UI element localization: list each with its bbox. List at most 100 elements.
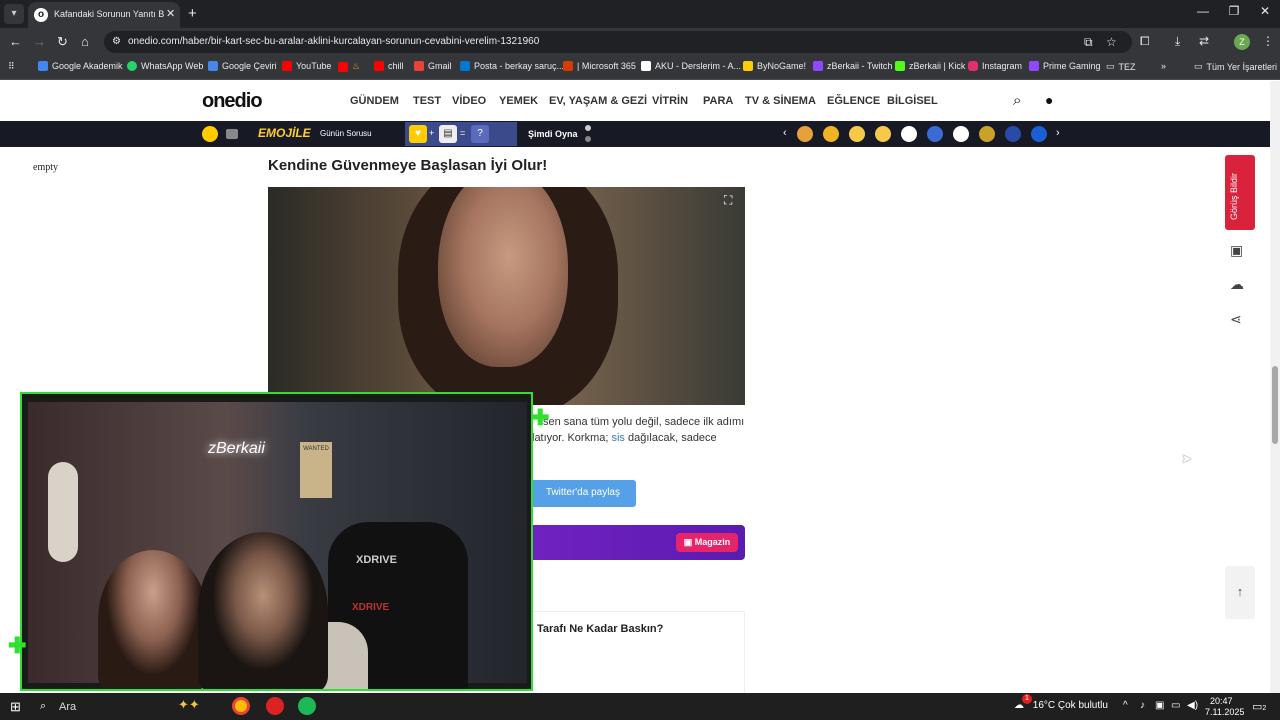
twitter-share-button[interactable]: Twitter'da paylaş xyxy=(522,480,636,507)
chevron-right-icon[interactable]: › xyxy=(1056,127,1060,139)
gmail-icon xyxy=(414,61,424,71)
reload-icon[interactable]: ↻ xyxy=(57,34,68,50)
onedio-logo[interactable]: onedio xyxy=(202,90,263,113)
search-icon[interactable]: ⌕ xyxy=(1013,92,1021,109)
bynogame-icon xyxy=(743,61,753,71)
copilot-sparkle-icon[interactable]: ✦✦ xyxy=(178,697,200,713)
emoji-laugh-icon[interactable] xyxy=(875,126,891,142)
webcam-scene: zBerkaii WANTED XDRIVE XDRIVE xyxy=(28,402,527,689)
page-scrollbar[interactable] xyxy=(1270,81,1280,693)
url-text[interactable]: onedio.com/haber/bir-kart-sec-bu-aralar-… xyxy=(128,36,539,47)
network-icon[interactable]: ▭ xyxy=(1171,700,1180,711)
clock-time[interactable]: 20:47 xyxy=(1210,696,1233,706)
nav-vitrin[interactable]: VİTRİN xyxy=(652,95,688,107)
chrome-icon[interactable] xyxy=(232,697,250,715)
restore-icon[interactable]: ❐ xyxy=(1219,4,1249,18)
chevron-up-icon[interactable]: ^ xyxy=(1123,700,1128,711)
camera-icon[interactable]: ▣ xyxy=(1155,700,1164,711)
bookmark-gmail[interactable]: Gmail xyxy=(414,61,452,71)
windows-start-icon[interactable]: ⊞ xyxy=(10,699,21,715)
close-window-icon[interactable]: ✕ xyxy=(1250,4,1280,18)
microphone-icon[interactable]: ♪ xyxy=(1140,700,1145,711)
chrome-menu-icon[interactable]: ⋮ xyxy=(1262,34,1274,48)
emoji-brand-icon[interactable] xyxy=(1031,126,1047,142)
weather-widget[interactable]: ☁ 1 16°C Çok bulutlu xyxy=(1014,694,1108,711)
nav-eglence[interactable]: EĞLENCE xyxy=(827,95,880,107)
back-to-top-button[interactable]: ↑ xyxy=(1225,566,1255,619)
nav-video[interactable]: VİDEO xyxy=(452,95,486,107)
bookmark-chill[interactable]: chill xyxy=(374,61,404,71)
taskbar-search-input[interactable]: Ara xyxy=(59,701,76,713)
bookmark-bynogame[interactable]: ByNoGame! xyxy=(743,61,806,71)
nav-test[interactable]: TEST xyxy=(413,95,441,107)
omnibox[interactable]: ⚙ onedio.com/haber/bir-kart-sec-bu-arala… xyxy=(104,31,1132,53)
bookmark-twitch[interactable]: zBerkaii - Twitch xyxy=(813,61,892,71)
clock-date[interactable]: 7.11.2025 xyxy=(1205,707,1244,717)
home-icon[interactable]: ⌂ xyxy=(81,34,89,49)
nav-gundem[interactable]: GÜNDEM xyxy=(350,95,399,107)
forward-icon[interactable]: → xyxy=(33,34,46,49)
bookmark-microsoft-365[interactable]: | Microsoft 365 xyxy=(563,61,636,71)
twitter-share-label: Twitter'da paylaş xyxy=(545,487,620,498)
emoji-cross-icon[interactable] xyxy=(901,126,917,142)
translate-icon[interactable]: ⇄ xyxy=(1199,34,1209,48)
nav-ev-yasam-gezi[interactable]: EV, YAŞAM & GEZİ xyxy=(549,95,647,107)
nav-yemek[interactable]: YEMEK xyxy=(499,95,538,107)
notification-icon[interactable]: ▭2 xyxy=(1252,700,1266,713)
more-bookmarks-icon[interactable]: » xyxy=(1161,61,1166,71)
active-tab[interactable]: o Kafandaki Sorunun Yanıtı Bu Ku ✕ xyxy=(28,2,180,28)
fullscreen-icon[interactable]: ⛶ xyxy=(724,193,732,208)
emoji-ok-icon[interactable] xyxy=(953,126,969,142)
new-tab-icon[interactable]: + xyxy=(188,5,197,22)
green-plus-icon: ✚ xyxy=(8,633,27,658)
app-red-icon[interactable] xyxy=(266,697,284,715)
bookmark-youtube-2[interactable]: ♨ xyxy=(338,61,360,72)
minimize-icon[interactable]: — xyxy=(1188,4,1218,18)
bookmark-star-icon[interactable]: ☆ xyxy=(1106,35,1117,49)
note-emoji-icon: ▤ xyxy=(439,125,457,143)
back-icon[interactable]: ← xyxy=(9,34,22,49)
bookmark-kick[interactable]: zBerkaii | Kick xyxy=(895,61,965,71)
chevron-left-icon[interactable]: ‹ xyxy=(783,127,787,139)
tab-search-button[interactable]: ▾ xyxy=(4,4,24,24)
bookmark-folder-tez[interactable]: ▭ TEZ xyxy=(1106,61,1136,72)
emoji-flag-icon[interactable] xyxy=(1005,126,1021,142)
bookmark-prime-gaming[interactable]: Prime Gaming xyxy=(1029,61,1101,71)
search-icon[interactable]: ⌕ xyxy=(40,700,46,713)
close-tab-icon[interactable]: ✕ xyxy=(166,7,175,20)
all-bookmarks-folder[interactable]: ▭ Tüm Yer İşaretleri xyxy=(1194,61,1277,72)
nav-tv-sinema[interactable]: TV & SİNEMA xyxy=(745,95,816,107)
emoji-sad-icon[interactable] xyxy=(849,126,865,142)
share-icon[interactable]: ⋖ xyxy=(1230,311,1242,328)
comments-icon[interactable]: ☁ xyxy=(1230,276,1244,293)
play-now-button[interactable]: Şimdi Oyna xyxy=(528,129,578,139)
emoji-crown-icon[interactable] xyxy=(979,126,995,142)
nav-bilgisel[interactable]: BİLGİSEL xyxy=(887,95,938,107)
bookmark-youtube[interactable]: YouTube xyxy=(282,61,331,71)
site-info-icon[interactable]: ⚙ xyxy=(112,36,121,47)
sis-link[interactable]: sis xyxy=(611,432,624,444)
install-app-icon[interactable]: ⧉ xyxy=(1084,35,1093,50)
magazin-tag[interactable]: ▣ Magazin xyxy=(676,533,738,552)
save-bookmark-icon[interactable]: ▣ xyxy=(1230,242,1243,259)
apps-grid-icon[interactable]: ⠿ xyxy=(8,61,15,72)
emoji-badge-icon[interactable] xyxy=(927,126,943,142)
profile-avatar[interactable]: Z xyxy=(1234,34,1250,50)
bookmark-instagram[interactable]: Instagram xyxy=(968,61,1022,71)
bookmark-google-ceviri[interactable]: Google Çeviri xyxy=(208,61,277,71)
bookmark-posta[interactable]: Posta - berkay saruç... xyxy=(460,61,564,71)
emoji-reaction-icon[interactable] xyxy=(797,126,813,142)
bookmark-aku[interactable]: AKU - Derslerim - A... xyxy=(641,61,741,71)
emoji-heart-eyes-icon[interactable] xyxy=(823,126,839,142)
nav-para[interactable]: PARA xyxy=(703,95,733,107)
downloads-icon[interactable]: ⤓ xyxy=(1175,34,1180,49)
scroll-thumb[interactable] xyxy=(1272,366,1278,444)
emojile-promo-bar[interactable]: EMOJİLE Günün Sorusu ♥ + ▤ = ? Şimdi Oyn… xyxy=(0,121,1270,147)
user-icon[interactable]: ● xyxy=(1045,92,1053,108)
bookmark-google-akademik[interactable]: Google Akademik xyxy=(38,61,123,71)
extensions-icon[interactable]: ⧠ xyxy=(1140,34,1150,49)
bookmark-whatsapp[interactable]: WhatsApp Web xyxy=(127,61,203,71)
spotify-icon[interactable] xyxy=(298,697,316,715)
feedback-tab[interactable]: Görüş Bildir xyxy=(1225,155,1255,230)
volume-icon[interactable]: ◀) xyxy=(1187,700,1198,711)
